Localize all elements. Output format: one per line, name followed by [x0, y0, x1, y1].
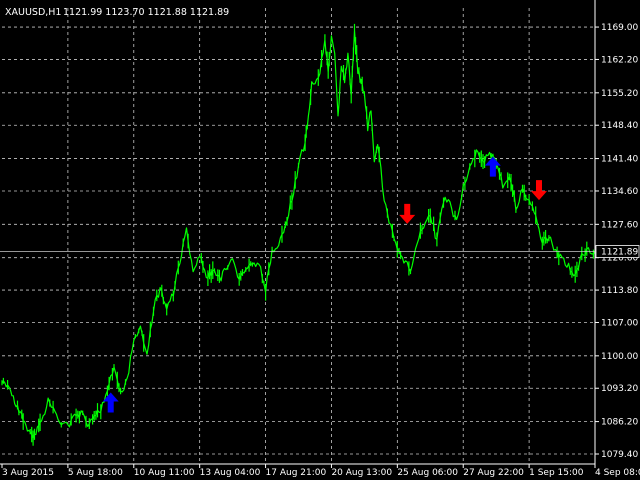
y-tick-label: 1134.60	[601, 187, 638, 197]
x-tick-label: 25 Aug 06:00	[397, 468, 458, 478]
signal-arrows	[102, 156, 547, 413]
y-tick-label: 1141.40	[601, 155, 638, 165]
y-tick-label: 1127.60	[601, 220, 638, 230]
y-tick-label: 1086.20	[601, 418, 638, 428]
y-tick-label: 1162.20	[601, 55, 638, 65]
y-tick-label: 1093.20	[601, 384, 638, 394]
symbol-label: XAUUSD,H1	[5, 7, 61, 18]
y-tick-label: 1155.20	[601, 89, 638, 99]
x-tick-label: 20 Aug 13:00	[331, 468, 392, 478]
x-tick-label: 1 Sep 15:00	[529, 468, 584, 478]
x-tick-label: 5 Aug 18:00	[68, 468, 123, 478]
y-tick-label: 1113.80	[601, 286, 638, 296]
chart-axes	[0, 0, 599, 468]
y-tick-label: 1100.00	[601, 352, 638, 362]
y-tick-label: 1148.40	[601, 121, 638, 131]
y-tick-label: 1107.00	[601, 318, 638, 328]
chart-grid	[2, 8, 595, 464]
price-line	[1, 23, 596, 446]
y-tick-label: 1169.00	[601, 23, 638, 33]
current-price-marker: 1121.89	[0, 245, 640, 258]
x-tick-label: 4 Sep 08:00	[595, 468, 640, 478]
price-scale: 1169.00 1162.20 1155.20 1148.40 1141.40 1134.…	[601, 23, 638, 460]
current-price-label: 1121.89	[601, 248, 638, 258]
y-tick-label: 1079.40	[601, 450, 638, 460]
x-tick-label: 27 Aug 22:00	[463, 468, 524, 478]
sell-arrow-icon	[399, 203, 416, 224]
price-chart[interactable]: 1169.00 1162.20 1155.20 1148.40 1141.40 1134.…	[0, 0, 640, 480]
chart-header: XAUUSD,H1 1121.99 1123.70 1121.88 1121.8…	[5, 7, 229, 18]
buy-arrow-icon	[484, 156, 501, 177]
x-tick-label: 13 Aug 04:00	[200, 468, 261, 478]
ohlc-label: 1121.99 1123.70 1121.88 1121.89	[63, 7, 229, 18]
x-tick-label: 3 Aug 2015	[2, 468, 54, 478]
x-tick-label: 10 Aug 11:00	[134, 468, 195, 478]
price-series	[1, 23, 596, 446]
sell-arrow-icon	[530, 180, 547, 201]
x-tick-label: 17 Aug 21:00	[266, 468, 327, 478]
time-scale: 3 Aug 2015 5 Aug 18:00 10 Aug 11:00 13 Aug …	[2, 468, 640, 478]
